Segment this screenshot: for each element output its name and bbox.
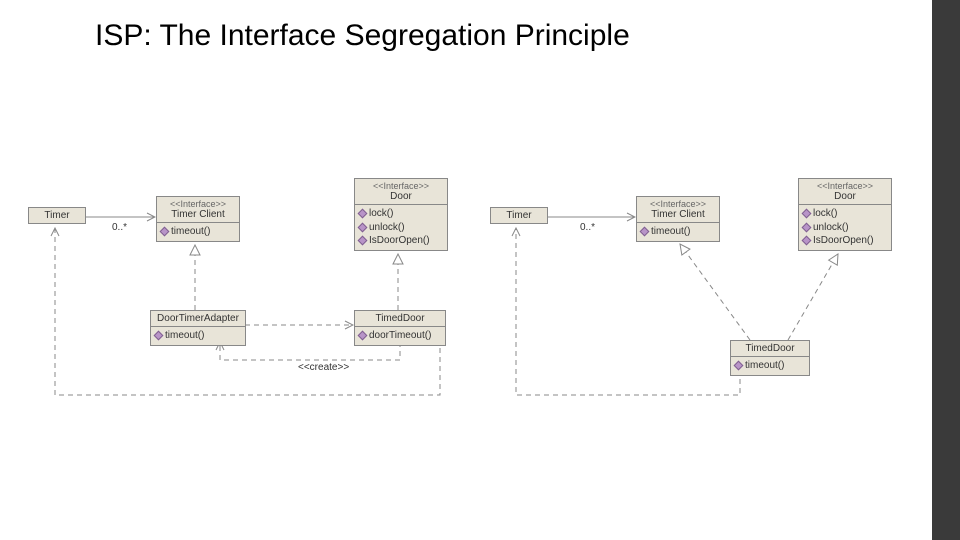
method: timeout() [171,225,210,239]
interface-door-left: <<Interface>> Door lock() unlock() IsDoo… [354,178,448,251]
class-name: DoorTimerAdapter [151,311,245,327]
create-stereotype: <<create>> [298,362,349,373]
visibility-icon [802,222,812,232]
slide-right-accent [932,0,960,540]
class-timeddoor-left: TimedDoor doorTimeout() [354,310,446,346]
stereotype: <<Interface>> [360,181,442,191]
method: IsDoorOpen() [813,234,874,248]
method: timeout() [165,329,204,343]
method: timeout() [745,359,784,373]
method: IsDoorOpen() [369,234,430,248]
class-name: Timer [491,208,547,223]
visibility-icon [358,209,368,219]
class-timeddoor-right: TimedDoor timeout() [730,340,810,376]
visibility-icon [734,361,744,371]
visibility-icon [358,222,368,232]
class-name: Timer Client [162,209,234,220]
visibility-icon [802,209,812,219]
class-name: Door [804,191,886,202]
interface-door-right: <<Interface>> Door lock() unlock() IsDoo… [798,178,892,251]
connector-layer [0,0,960,540]
method: lock() [369,207,393,221]
multiplicity-right: 0..* [580,222,595,233]
stereotype: <<Interface>> [162,199,234,209]
interface-timerclient-right: <<Interface>> Timer Client timeout() [636,196,720,242]
visibility-icon [154,331,164,341]
multiplicity-left: 0..* [112,222,127,233]
class-doortimeradapter: DoorTimerAdapter timeout() [150,310,246,346]
class-name: Timer [29,208,85,223]
visibility-icon [802,236,812,246]
page-title: ISP: The Interface Segregation Principle [95,18,630,54]
class-name: TimedDoor [355,311,445,327]
class-name: Door [360,191,442,202]
visibility-icon [160,227,170,237]
stereotype: <<Interface>> [804,181,886,191]
method: unlock() [369,221,405,235]
visibility-icon [358,331,368,341]
class-timer-left: Timer [28,207,86,224]
method: timeout() [651,225,690,239]
visibility-icon [640,227,650,237]
visibility-icon [358,236,368,246]
method: doorTimeout() [369,329,431,343]
method: unlock() [813,221,849,235]
class-name: Timer Client [642,209,714,220]
class-name: TimedDoor [731,341,809,357]
method: lock() [813,207,837,221]
class-timer-right: Timer [490,207,548,224]
interface-timerclient-left: <<Interface>> Timer Client timeout() [156,196,240,242]
stereotype: <<Interface>> [642,199,714,209]
